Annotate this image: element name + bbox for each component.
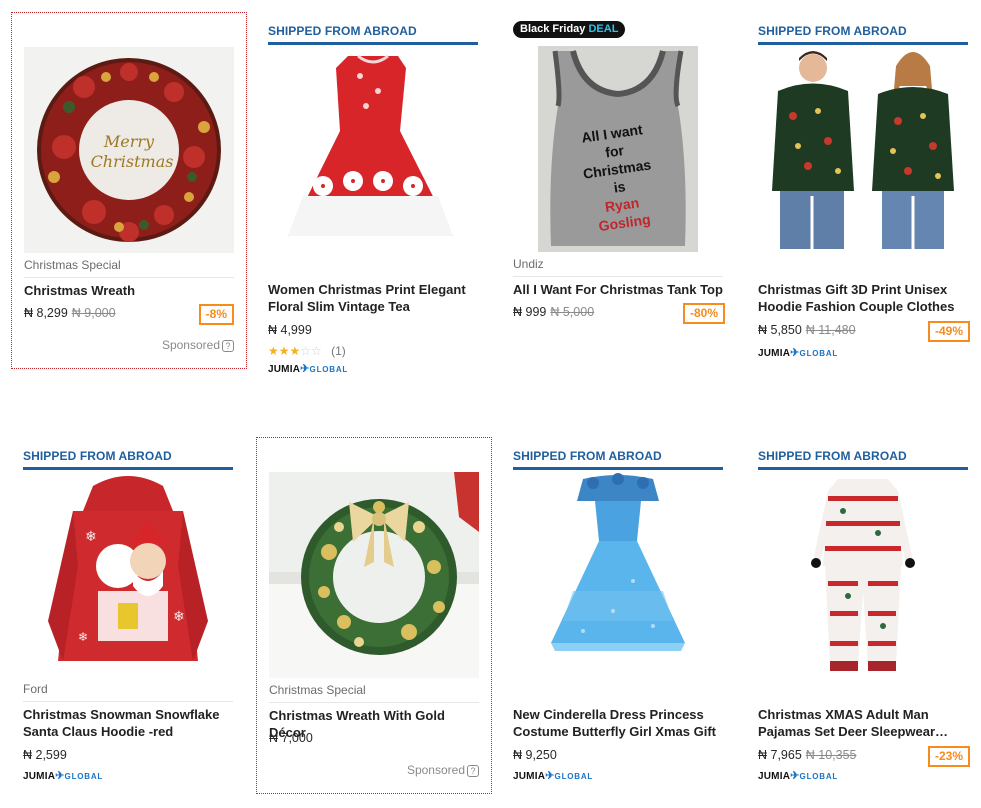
product-name[interactable]: Christmas XMAS Adult Man Pajamas Set Dee… [758,706,968,740]
shipped-from-abroad-badge: SHIPPED FROM ABROAD [23,449,233,470]
product-card[interactable]: SHIPPED FROM ABROAD Christmas XMAS Adult… [746,437,981,794]
svg-text:❄: ❄ [78,630,88,644]
product-card[interactable]: SHIPPED FROM ABROAD Women Christmas Prin… [256,12,492,375]
current-price: ₦ 5,850 [758,323,802,337]
product-card[interactable]: Christmas Special Christmas Wreath With … [256,437,492,794]
price-row: ₦ 7,000 [269,731,313,745]
old-price: ₦ 11,480 [805,323,856,337]
product-image[interactable] [268,46,478,252]
plane-icon: ✈ [790,347,800,359]
jumia-global-logo: JUMIA✈GLOBAL [23,770,104,782]
jumia-global-logo: JUMIA✈GLOBAL [758,770,839,782]
product-card[interactable]: SHIPPED FROM ABROAD New Cinderella Dress… [501,437,737,794]
sponsored-label: Sponsored? [162,338,234,352]
brand-name: Christmas Special [269,682,479,703]
shipped-from-abroad-badge: SHIPPED FROM ABROAD [758,449,968,470]
discount-badge: -23% [927,746,970,767]
old-price: ₦ 5,000 [550,305,595,319]
star-icon: ★★★ [268,344,301,358]
product-card[interactable]: Black Friday DEAL All I want for Christm… [501,12,737,369]
brand-name: Undiz [513,256,723,277]
svg-text:for: for [604,142,625,161]
jumia-global-logo: JUMIA✈GLOBAL [268,363,349,375]
plane-icon: ✈ [300,363,310,375]
current-price: ₦ 8,299 [24,306,68,320]
product-card[interactable]: SHIPPED FROM ABROAD ❄ ❄ ❄ Ford Christmas S… [11,437,247,794]
rating-count: (1) [331,344,346,358]
current-price: ₦ 9,250 [513,748,557,762]
plane-icon: ✈ [55,770,65,782]
jumia-global-logo: JUMIA✈GLOBAL [758,347,839,359]
current-price: ₦ 2,599 [23,748,67,762]
discount-badge: -49% [927,321,970,342]
star-empty-icon: ☆☆ [300,344,322,358]
product-image[interactable]: ❄ ❄ ❄ [23,471,233,677]
old-price: ₦ 9,000 [71,306,116,320]
shipped-from-abroad-badge: SHIPPED FROM ABROAD [758,24,968,45]
price-row: ₦ 7,965 ₦ 10,355 [758,748,857,762]
product-image[interactable] [513,471,723,677]
current-price: ₦ 999 [513,305,547,319]
black-friday-deal-badge: Black Friday DEAL [513,21,626,38]
discount-badge: -80% [682,303,725,324]
price-row: ₦ 999 ₦ 5,000 [513,305,594,319]
product-image[interactable]: All I want for Christmas is Ryan Gosling [513,46,723,252]
product-name[interactable]: Christmas Wreath [24,282,234,299]
product-name[interactable]: Christmas Gift 3D Print Unisex Hoodie Fa… [758,281,968,315]
current-price: ₦ 7,965 [758,748,802,762]
price-row: ₦ 5,850 ₦ 11,480 [758,323,856,337]
shipped-from-abroad-badge: SHIPPED FROM ABROAD [513,449,723,470]
svg-text:is: is [613,178,627,195]
old-price: ₦ 10,355 [805,748,857,762]
wreath-sign-text: Merry [103,132,155,151]
product-image[interactable] [269,472,479,678]
product-name[interactable]: Christmas Snowman Snowflake Santa Claus … [23,706,233,740]
product-name[interactable]: New Cinderella Dress Princess Costume Bu… [513,706,723,740]
brand-name: Ford [23,681,233,702]
current-price: ₦ 4,999 [268,323,312,337]
jumia-global-logo: JUMIA✈GLOBAL [513,770,594,782]
sponsored-label: Sponsored? [407,763,479,777]
product-image[interactable]: Merry Christmas [24,47,234,253]
discount-badge: -8% [198,304,234,325]
svg-text:Christmas: Christmas [91,152,174,171]
rating: ★★★☆☆ (1) [268,344,346,358]
product-image[interactable] [758,46,968,252]
price-row: ₦ 2,599 [23,748,67,762]
product-card[interactable]: Merry Christmas Christmas Special Christ… [11,12,247,369]
svg-text:❄: ❄ [85,528,97,544]
price-row: ₦ 4,999 [268,323,312,337]
shipped-from-abroad-badge: SHIPPED FROM ABROAD [268,24,478,45]
price-row: ₦ 9,250 [513,748,557,762]
plane-icon: ✈ [790,770,800,782]
brand-name: Christmas Special [24,257,234,278]
price-row: ₦ 8,299 ₦ 9,000 [24,306,116,320]
product-name[interactable]: All I Want For Christmas Tank Top [513,281,723,298]
product-name[interactable]: Women Christmas Print Elegant Floral Sli… [268,281,478,315]
product-card[interactable]: SHIPPED FROM ABROAD Christmas Gift 3D Pr… [746,12,981,369]
plane-icon: ✈ [545,770,555,782]
svg-text:❄: ❄ [173,608,185,624]
current-price: ₦ 7,000 [269,731,313,745]
help-icon[interactable]: ? [222,340,234,352]
product-image[interactable] [758,471,968,677]
help-icon[interactable]: ? [467,765,479,777]
